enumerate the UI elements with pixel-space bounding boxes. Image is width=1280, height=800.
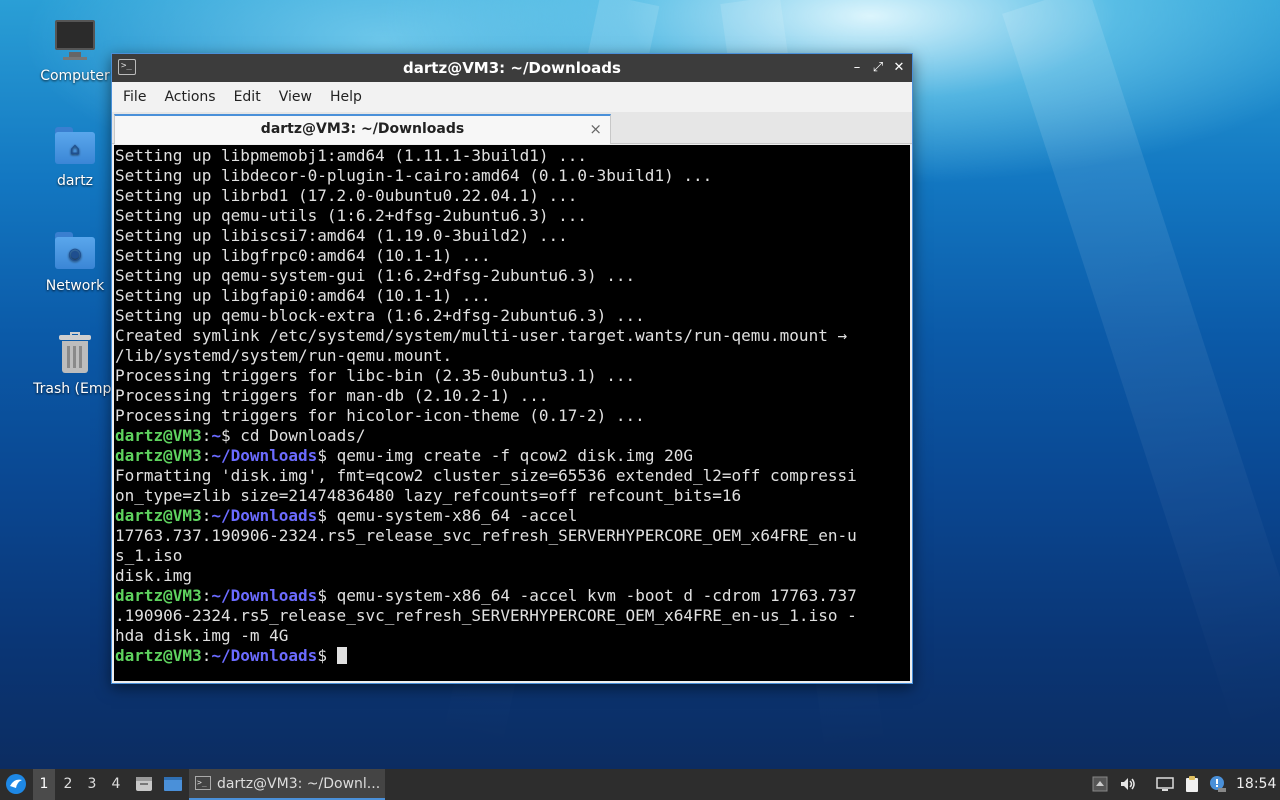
terminal-line: hda disk.img -m 4G [115, 626, 289, 645]
terminal-prompt-line: dartz@VM3:~/Downloads$ [115, 646, 910, 666]
clipboard-icon[interactable] [1183, 775, 1201, 793]
desktop-icon-trash[interactable]: Trash (Empt [25, 331, 125, 397]
terminal-line: Setting up libiscsi7:amd64 (1.19.0-3buil… [115, 226, 568, 245]
desktop-icon-network[interactable]: ◉ Network [25, 228, 125, 294]
terminal-line: Processing triggers for libc-bin (2.35-0… [115, 366, 636, 385]
app-menu-button[interactable] [4, 769, 28, 800]
terminal-line: Processing triggers for hicolor-icon-the… [115, 406, 645, 425]
terminal-prompt-line: dartz@VM3:~/Downloads$ qemu-system-x86_6… [115, 586, 910, 606]
terminal-line: /lib/systemd/system/run-qemu.mount. [115, 346, 453, 365]
terminal-line: Setting up libgfapi0:amd64 (10.1-1) ... [115, 286, 491, 305]
tab-label: dartz@VM3: ~/Downloads [260, 121, 465, 137]
task-label: dartz@VM3: ~/Downl... [217, 776, 381, 792]
prompt-path: :~/Downloads [201, 586, 318, 605]
prompt-command: $ qemu-system-x86_64 -accel [317, 506, 578, 525]
tab-close-icon[interactable]: × [589, 116, 602, 142]
close-button[interactable]: ✕ [888, 54, 910, 82]
desktop-icon-label: Computer [40, 68, 110, 84]
prompt-command: $ cd Downloads/ [220, 426, 366, 445]
desktop-icon-computer[interactable]: Computer [25, 18, 125, 84]
desktop-icon-label: Trash (Empt [33, 381, 117, 397]
terminal-line: Setting up libpmemobj1:amd64 (1.11.1-3bu… [115, 146, 588, 165]
terminal-prompt-line: dartz@VM3:~$ cd Downloads/ [115, 426, 910, 446]
prompt-user-host: dartz@VM3 [115, 446, 202, 465]
network-icon[interactable] [1156, 775, 1174, 793]
terminal-line: Setting up qemu-block-extra (1:6.2+dfsg-… [115, 306, 645, 325]
window-title: dartz@VM3: ~/Downloads [403, 59, 621, 77]
terminal-line: Setting up libdecor-0-plugin-1-cairo:amd… [115, 166, 713, 185]
file-manager-launcher[interactable] [133, 769, 155, 800]
prompt-command: $ qemu-img create -f qcow2 disk.img 20G [317, 446, 693, 465]
prompt-user-host: dartz@VM3 [115, 426, 202, 445]
desktop-icon-label: Network [45, 278, 105, 294]
menu-actions[interactable]: Actions [155, 89, 224, 105]
terminal-line: disk.img [115, 566, 193, 585]
minimize-button[interactable]: – [846, 54, 868, 82]
tray-up-arrow-icon[interactable] [1091, 775, 1109, 793]
terminal-line: s_1.iso [115, 546, 183, 565]
workspace-2[interactable]: 2 [57, 769, 79, 800]
terminal-window[interactable]: >_ dartz@VM3: ~/Downloads – ⤢ ✕ File Act… [111, 53, 913, 684]
network-folder-icon: ◉ [53, 228, 97, 272]
trash-icon [53, 331, 97, 375]
notification-icon[interactable] [1208, 775, 1226, 793]
terminal-line: 17763.737.190906-2324.rs5_release_svc_re… [115, 526, 857, 545]
terminal-line: Created symlink /etc/systemd/system/mult… [115, 326, 848, 345]
menu-bar: File Actions Edit View Help [112, 82, 912, 112]
terminal-line: Formatting 'disk.img', fmt=qcow2 cluster… [115, 466, 857, 485]
volume-icon[interactable] [1119, 775, 1137, 793]
tab-terminal[interactable]: dartz@VM3: ~/Downloads × [114, 114, 611, 144]
terminal-line: on_type=zlib size=21474836480 lazy_refco… [115, 486, 742, 505]
desktop-icon-label: dartz [56, 173, 94, 189]
text-cursor [336, 647, 347, 664]
terminal-line: Setting up librbd1 (17.2.0-0ubuntu0.22.0… [115, 186, 578, 205]
maximize-button[interactable]: ⤢ [867, 54, 889, 82]
terminal-line: Setting up qemu-system-gui (1:6.2+dfsg-2… [115, 266, 636, 285]
desktop-icon-home[interactable]: ⌂ dartz [25, 123, 125, 189]
computer-icon [53, 18, 97, 62]
window-titlebar[interactable]: >_ dartz@VM3: ~/Downloads – ⤢ ✕ [112, 54, 912, 82]
terminal-icon: >_ [195, 776, 211, 790]
prompt-command: $ [317, 646, 337, 665]
menu-view[interactable]: View [270, 89, 321, 105]
workspace-3[interactable]: 3 [81, 769, 103, 800]
menu-edit[interactable]: Edit [225, 89, 270, 105]
prompt-path: :~/Downloads [201, 446, 318, 465]
file-manager-icon [136, 777, 152, 791]
show-desktop-button[interactable] [161, 769, 185, 800]
home-folder-icon: ⌂ [53, 123, 97, 167]
prompt-path: :~/Downloads [201, 646, 318, 665]
terminal-output[interactable]: Setting up libpmemobj1:amd64 (1.11.1-3bu… [114, 145, 910, 681]
terminal-line: Setting up qemu-utils (1:6.2+dfsg-2ubunt… [115, 206, 588, 225]
prompt-path: :~ [201, 426, 221, 445]
lubuntu-logo-icon [6, 774, 26, 794]
terminal-line: .190906-2324.rs5_release_svc_refresh_SER… [115, 606, 857, 625]
light-ray [1002, 0, 1280, 737]
terminal-prompt-line: dartz@VM3:~/Downloads$ qemu-img create -… [115, 446, 910, 466]
menu-file[interactable]: File [114, 89, 155, 105]
taskbar: 1 2 3 4 >_ dartz@VM3: ~/Downl... 18:54 [0, 769, 1280, 800]
tab-bar: dartz@VM3: ~/Downloads × [112, 112, 912, 144]
taskbar-task-terminal[interactable]: >_ dartz@VM3: ~/Downl... [189, 769, 385, 800]
menu-help[interactable]: Help [321, 89, 371, 105]
prompt-user-host: dartz@VM3 [115, 646, 202, 665]
terminal-line: Setting up libgfrpc0:amd64 (10.1-1) ... [115, 246, 491, 265]
prompt-path: :~/Downloads [201, 506, 318, 525]
terminal-line: Processing triggers for man-db (2.10.2-1… [115, 386, 549, 405]
workspace-4[interactable]: 4 [105, 769, 127, 800]
prompt-user-host: dartz@VM3 [115, 586, 202, 605]
terminal-prompt-line: dartz@VM3:~/Downloads$ qemu-system-x86_6… [115, 506, 910, 526]
prompt-command: $ qemu-system-x86_64 -accel kvm -boot d … [317, 586, 857, 605]
workspace-1[interactable]: 1 [33, 769, 55, 800]
prompt-user-host: dartz@VM3 [115, 506, 202, 525]
clock[interactable]: 18:54 [1236, 769, 1276, 800]
desktop-icon [164, 777, 182, 791]
